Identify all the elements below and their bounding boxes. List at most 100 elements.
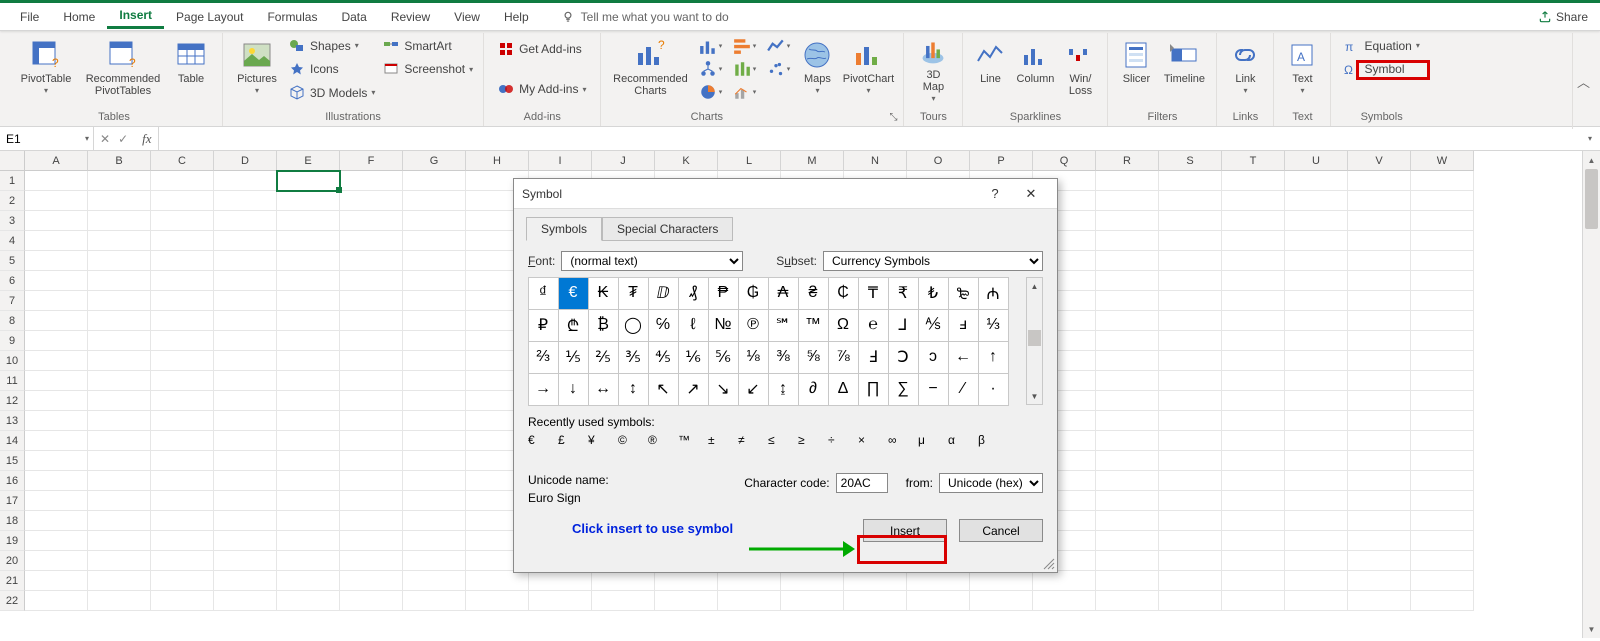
cell[interactable] [1348, 451, 1411, 471]
cell[interactable] [1285, 211, 1348, 231]
cell[interactable] [151, 271, 214, 291]
cell[interactable] [907, 591, 970, 611]
cell[interactable] [277, 511, 340, 531]
cell[interactable] [214, 191, 277, 211]
symbol-cell[interactable]: ⅗ [618, 341, 649, 374]
row-header[interactable]: 21 [0, 571, 25, 591]
cell[interactable] [1348, 211, 1411, 231]
row-header[interactable]: 2 [0, 191, 25, 211]
cell[interactable] [466, 591, 529, 611]
row-header[interactable]: 6 [0, 271, 25, 291]
cell[interactable] [88, 211, 151, 231]
cell[interactable] [214, 511, 277, 531]
symbol-cell[interactable]: ⅙ [678, 341, 709, 374]
cell[interactable] [403, 391, 466, 411]
scroll-up-button[interactable]: ▲ [1027, 278, 1042, 294]
cell[interactable] [1285, 491, 1348, 511]
recent-symbol-cell[interactable]: ÷ [828, 433, 858, 463]
cell[interactable] [277, 291, 340, 311]
cell[interactable] [403, 431, 466, 451]
recent-symbol-cell[interactable]: ® [648, 433, 678, 463]
row-header[interactable]: 13 [0, 411, 25, 431]
name-box[interactable]: E1 ▾ [0, 127, 94, 150]
dialog-titlebar[interactable]: Symbol ? ✕ [514, 179, 1057, 209]
symbol-cell[interactable]: ₳ [768, 277, 799, 310]
cell[interactable] [1411, 351, 1474, 371]
cell[interactable] [88, 231, 151, 251]
cell[interactable] [466, 571, 529, 591]
recent-symbol-cell[interactable]: £ [558, 433, 588, 463]
cell[interactable] [277, 191, 340, 211]
cell[interactable] [655, 591, 718, 611]
cell[interactable] [1348, 511, 1411, 531]
cell[interactable] [277, 431, 340, 451]
from-select[interactable]: Unicode (hex) [939, 473, 1043, 493]
tab-page-layout[interactable]: Page Layout [164, 6, 255, 28]
symbol-cell[interactable]: ₰ [678, 277, 709, 310]
row-header[interactable]: 12 [0, 391, 25, 411]
dialog-help-button[interactable]: ? [977, 179, 1013, 208]
cell[interactable] [1159, 311, 1222, 331]
cell[interactable] [1159, 511, 1222, 531]
recent-symbol-cell[interactable]: ≥ [798, 433, 828, 463]
pictures-button[interactable]: Pictures ▾ [229, 33, 285, 105]
cell[interactable] [1159, 471, 1222, 491]
cell[interactable] [214, 311, 277, 331]
cell[interactable] [214, 371, 277, 391]
cell[interactable] [1222, 211, 1285, 231]
cell[interactable] [1285, 391, 1348, 411]
dialog-resizer[interactable] [1043, 558, 1055, 570]
cell[interactable] [1159, 371, 1222, 391]
cell[interactable] [1222, 471, 1285, 491]
cell[interactable] [1285, 551, 1348, 571]
cell[interactable] [214, 531, 277, 551]
dialog-tab-special[interactable]: Special Characters [602, 217, 733, 241]
cell[interactable] [403, 251, 466, 271]
symbol-cell[interactable]: № [708, 309, 739, 342]
select-all-triangle[interactable] [0, 151, 25, 171]
cell[interactable] [781, 591, 844, 611]
cell[interactable] [970, 571, 1033, 591]
table-button[interactable]: Table [166, 33, 216, 105]
cell[interactable] [340, 431, 403, 451]
cell[interactable] [1411, 391, 1474, 411]
insert-button[interactable]: Insert [863, 519, 947, 542]
cell[interactable] [1285, 331, 1348, 351]
row-header[interactable]: 18 [0, 511, 25, 531]
cell[interactable] [1348, 171, 1411, 191]
tell-me-search[interactable]: Tell me what you want to do [561, 10, 729, 24]
symbol-cell[interactable]: ₫ [528, 277, 559, 310]
cell[interactable] [277, 251, 340, 271]
cell[interactable] [1285, 531, 1348, 551]
cell[interactable] [1159, 351, 1222, 371]
cell[interactable] [1411, 191, 1474, 211]
cell[interactable] [88, 471, 151, 491]
cell[interactable] [151, 291, 214, 311]
scrollbar-track[interactable] [1583, 169, 1600, 620]
cell[interactable] [403, 211, 466, 231]
symbol-cell[interactable]: € [558, 277, 589, 310]
cell[interactable] [1222, 171, 1285, 191]
vertical-scrollbar[interactable]: ▲ ▼ [1582, 151, 1600, 638]
row-header[interactable]: 19 [0, 531, 25, 551]
cell[interactable] [88, 271, 151, 291]
column-header[interactable]: S [1159, 151, 1222, 171]
cell[interactable] [1348, 311, 1411, 331]
cell[interactable] [1222, 591, 1285, 611]
cell[interactable] [1348, 191, 1411, 211]
cell[interactable] [1159, 271, 1222, 291]
cell[interactable] [88, 491, 151, 511]
charcode-input[interactable] [836, 473, 888, 493]
cell[interactable] [1096, 371, 1159, 391]
cell[interactable] [1411, 531, 1474, 551]
column-header[interactable]: L [718, 151, 781, 171]
recent-symbol-cell[interactable]: ± [708, 433, 738, 463]
cell[interactable] [277, 391, 340, 411]
cell[interactable] [340, 391, 403, 411]
symbol-cell[interactable]: ₸ [858, 277, 889, 310]
row-headers[interactable]: 12345678910111213141516171819202122 [0, 171, 25, 611]
cell[interactable] [1348, 551, 1411, 571]
cell[interactable] [151, 311, 214, 331]
cell[interactable] [1159, 191, 1222, 211]
cell[interactable] [403, 231, 466, 251]
